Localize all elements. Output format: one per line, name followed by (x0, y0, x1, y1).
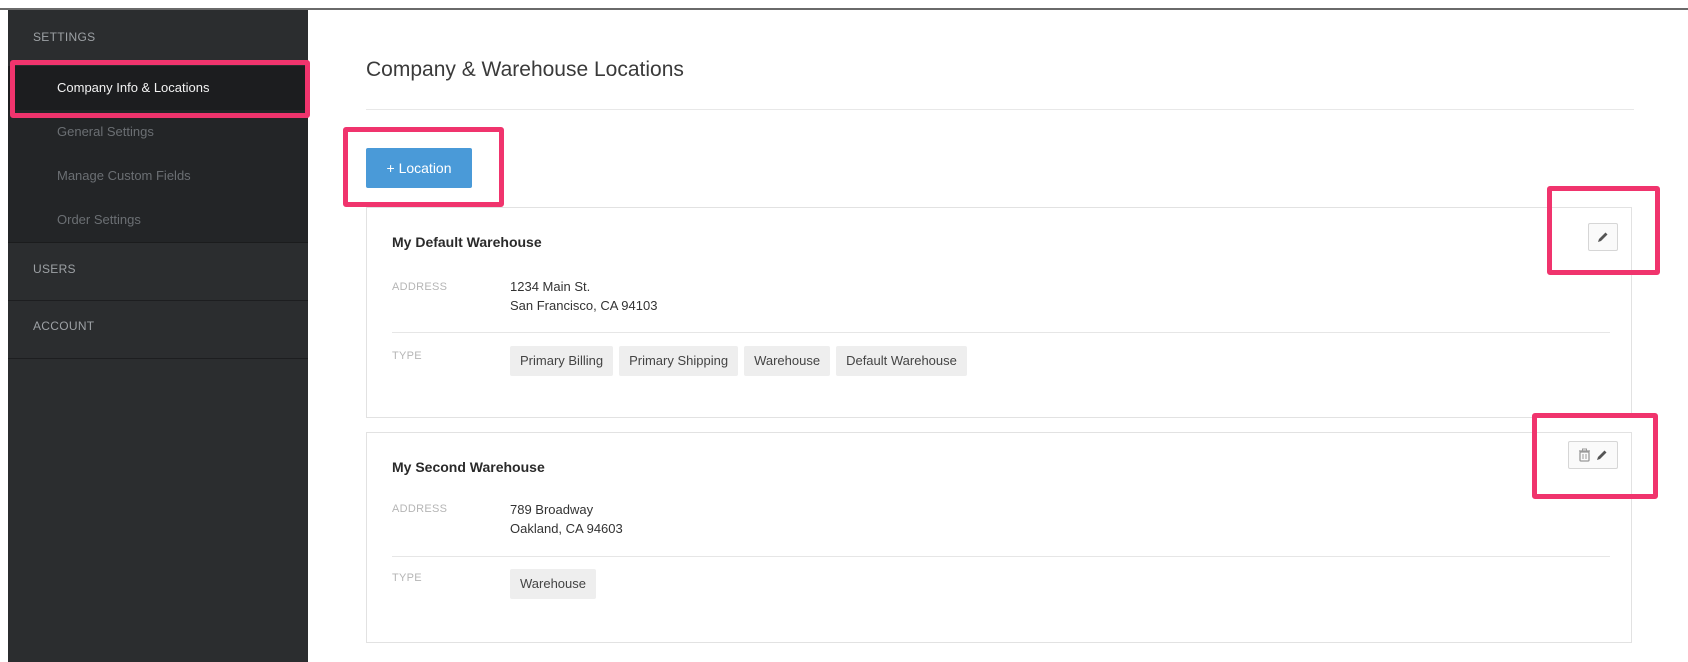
trash-icon[interactable] (1578, 448, 1591, 462)
location-name: My Default Warehouse (392, 234, 542, 250)
sidebar-item-label: Order Settings (57, 212, 141, 227)
pencil-icon[interactable] (1595, 448, 1609, 462)
address-label: ADDRESS (392, 281, 448, 293)
edit-location-button[interactable] (1588, 223, 1618, 251)
location-card: My Default Warehouse ADDRESS 1234 Main S… (366, 207, 1632, 418)
sidebar-item-company-info[interactable]: Company Info & Locations (8, 66, 308, 111)
title-divider (366, 109, 1634, 110)
settings-sidebar: SETTINGS Company Info & Locations Genera… (8, 10, 308, 662)
sidebar-item-label: Company Info & Locations (57, 80, 210, 95)
sidebar-section-label: USERS (33, 262, 76, 276)
sidebar-item-label: General Settings (57, 124, 154, 139)
sidebar-divider (8, 358, 308, 359)
sidebar-section-settings[interactable]: SETTINGS (8, 30, 308, 66)
sidebar-item-general-settings[interactable]: General Settings (8, 110, 308, 155)
address-line: 1234 Main St. (510, 279, 591, 294)
address-line: San Francisco, CA 94103 (510, 298, 658, 313)
pencil-icon (1598, 232, 1608, 242)
card-divider (392, 332, 1610, 333)
type-label: TYPE (392, 572, 422, 584)
type-tag: Warehouse (744, 346, 831, 376)
location-name: My Second Warehouse (392, 459, 545, 475)
address-line: 789 Broadway (510, 502, 594, 517)
type-tag: Primary Shipping (619, 346, 739, 376)
type-label: TYPE (392, 350, 422, 362)
sidebar-item-order-settings[interactable]: Order Settings (8, 198, 308, 243)
address-label: ADDRESS (392, 503, 448, 515)
card-divider (392, 556, 1610, 557)
location-actions-button-group[interactable] (1568, 441, 1618, 469)
address-line: Oakland, CA 94603 (510, 521, 623, 536)
type-tag: Default Warehouse (836, 346, 967, 376)
screen-frame-left (0, 10, 8, 662)
type-tag: Primary Billing (510, 346, 614, 376)
sidebar-section-account[interactable]: ACCOUNT (8, 301, 308, 358)
add-location-button[interactable]: + Location (366, 148, 472, 188)
sidebar-section-label: SETTINGS (33, 30, 96, 44)
location-card: My Second Warehouse ADDRESS 789 Broadway… (366, 432, 1632, 643)
sidebar-section-label: ACCOUNT (33, 319, 95, 333)
type-tag-list: Warehouse (510, 569, 596, 599)
sidebar-item-label: Manage Custom Fields (57, 168, 191, 183)
page-title: Company & Warehouse Locations (366, 58, 684, 81)
sidebar-item-custom-fields[interactable]: Manage Custom Fields (8, 154, 308, 199)
sidebar-section-users[interactable]: USERS (8, 243, 308, 300)
type-tag-list: Primary Billing Primary Shipping Warehou… (510, 346, 967, 376)
type-tag: Warehouse (510, 569, 596, 599)
